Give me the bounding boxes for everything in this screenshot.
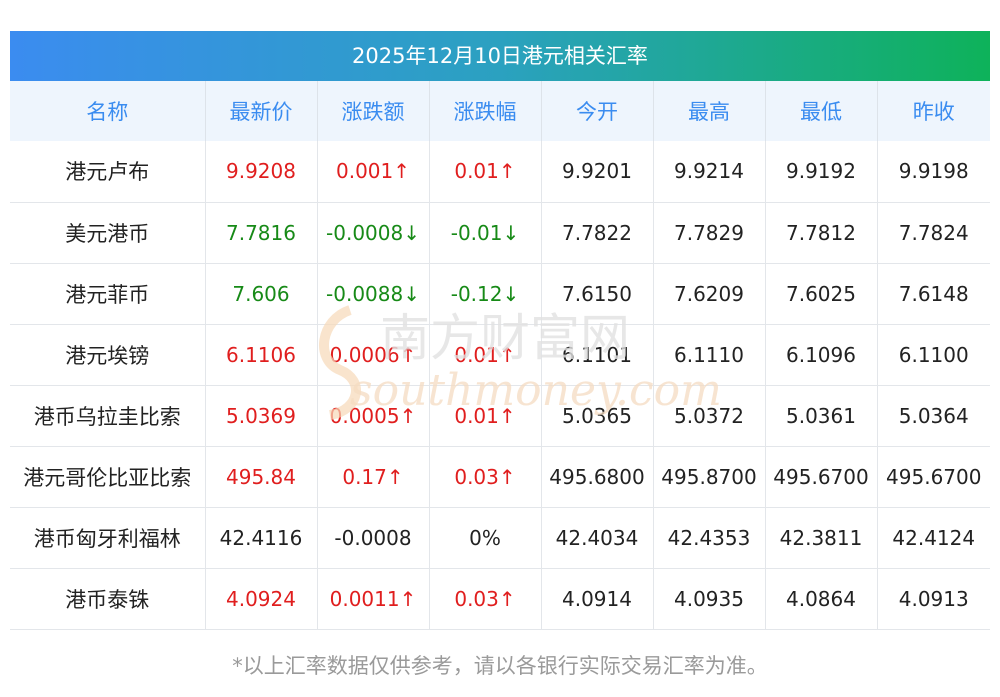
price-change: 0.0011↑	[317, 568, 430, 629]
rate-table-panel: 2025年12月10日港元相关汇率 名称 最新价 涨跌额 涨跌幅 今开 最高 最…	[10, 31, 990, 630]
column-header-open: 今开	[541, 81, 654, 141]
change-percent: 0.01↑	[429, 141, 542, 202]
latest-price: 9.9208	[205, 141, 318, 202]
currency-pair-name: 港元卢布	[10, 141, 206, 202]
latest-price: 495.84	[205, 446, 318, 507]
currency-pair-name: 美元港币	[10, 202, 206, 263]
low-price: 5.0361	[765, 385, 878, 446]
price-change: 0.0006↑	[317, 324, 430, 385]
price-change: 0.17↑	[317, 446, 430, 507]
change-percent: 0.03↑	[429, 568, 542, 629]
column-header-high: 最高	[653, 81, 766, 141]
latest-price: 7.606	[205, 263, 318, 324]
currency-pair-name: 港币泰铢	[10, 568, 206, 629]
open-price: 42.4034	[541, 507, 654, 568]
open-price: 5.0365	[541, 385, 654, 446]
table-row: 港元埃镑 6.1106 0.0006↑ 0.01↑ 6.1101 6.1110 6.1096…	[10, 324, 990, 385]
low-price: 4.0864	[765, 568, 878, 629]
high-price: 4.0935	[653, 568, 766, 629]
table-row: 港币乌拉圭比索 5.0369 0.0005↑ 0.01↑ 5.0365 5.0372 5.0…	[10, 385, 990, 446]
prev-close: 6.1100	[898, 342, 969, 367]
column-header-latest: 最新价	[205, 81, 318, 141]
price-change: 0.0005↑	[317, 385, 430, 446]
open-price: 4.0914	[541, 568, 654, 629]
high-price: 7.7829	[653, 202, 766, 263]
open-price: 495.6800	[541, 446, 654, 507]
table-header-row: 名称 最新价 涨跌额 涨跌幅 今开 最高 最低 昨收	[10, 81, 990, 141]
price-change: 0.001↑	[317, 141, 430, 202]
low-price: 7.7812	[765, 202, 878, 263]
column-header-change: 涨跌额	[317, 81, 430, 141]
low-price: 495.6700	[765, 446, 878, 507]
change-percent: 0%	[429, 507, 542, 568]
change-percent: -0.01↓	[429, 202, 542, 263]
prev-close: 42.4124	[892, 525, 976, 550]
prev-close: 7.7824	[898, 220, 969, 245]
high-price: 5.0372	[653, 385, 766, 446]
column-header-low: 最低	[765, 81, 878, 141]
footnote: *以上汇率数据仅供参考，请以各银行实际交易汇率为准。	[232, 654, 768, 678]
prev-close: 7.6148	[898, 281, 969, 306]
currency-pair-name: 港币匈牙利福林	[10, 507, 206, 568]
high-price: 42.4353	[653, 507, 766, 568]
table-row: 港元卢布 9.9208 0.001↑ 0.01↑ 9.9201 9.9214 9.9192 9…	[10, 141, 990, 202]
table-title: 2025年12月10日港元相关汇率	[10, 31, 990, 81]
high-price: 495.8700	[653, 446, 766, 507]
open-price: 6.1101	[541, 324, 654, 385]
column-header-name: 名称	[10, 81, 206, 141]
prev-close: 495.6700	[886, 464, 982, 489]
column-header-change-pct: 涨跌幅	[429, 81, 542, 141]
change-percent: 0.03↑	[429, 446, 542, 507]
table-row: 港元哥伦比亚比索 495.84 0.17↑ 0.03↑ 495.6800 495.8700…	[10, 446, 990, 507]
price-change: -0.0088↓	[317, 263, 430, 324]
high-price: 6.1110	[653, 324, 766, 385]
currency-pair-name: 港币乌拉圭比索	[10, 385, 206, 446]
table-row: 美元港币 7.7816 -0.0008↓ -0.01↓ 7.7822 7.7829 7.78…	[10, 202, 990, 263]
latest-price: 4.0924	[205, 568, 318, 629]
price-change: -0.0008↓	[317, 202, 430, 263]
column-header-prev-close: 昨收	[912, 100, 955, 124]
currency-pair-name: 港元哥伦比亚比索	[10, 446, 206, 507]
table-row: 港元菲币 7.606 -0.0088↓ -0.12↓ 7.6150 7.6209 7.602…	[10, 263, 990, 324]
prev-close: 9.9198	[898, 159, 969, 184]
low-price: 42.3811	[765, 507, 878, 568]
low-price: 7.6025	[765, 263, 878, 324]
high-price: 7.6209	[653, 263, 766, 324]
open-price: 9.9201	[541, 141, 654, 202]
change-percent: 0.01↑	[429, 324, 542, 385]
open-price: 7.6150	[541, 263, 654, 324]
high-price: 9.9214	[653, 141, 766, 202]
exchange-rate-table: 名称 最新价 涨跌额 涨跌幅 今开 最高 最低 昨收 港元卢布 9.9208 0.0…	[10, 81, 990, 630]
latest-price: 42.4116	[205, 507, 318, 568]
change-percent: -0.12↓	[429, 263, 542, 324]
prev-close: 4.0913	[898, 586, 969, 611]
currency-pair-name: 港元菲币	[10, 263, 206, 324]
latest-price: 7.7816	[205, 202, 318, 263]
currency-pair-name: 港元埃镑	[10, 324, 206, 385]
latest-price: 6.1106	[205, 324, 318, 385]
low-price: 9.9192	[765, 141, 878, 202]
latest-price: 5.0369	[205, 385, 318, 446]
price-change: -0.0008	[317, 507, 430, 568]
prev-close: 5.0364	[898, 403, 969, 428]
open-price: 7.7822	[541, 202, 654, 263]
table-row: 港币泰铢 4.0924 0.0011↑ 0.03↑ 4.0914 4.0935 4.0864…	[10, 568, 990, 629]
change-percent: 0.01↑	[429, 385, 542, 446]
table-row: 港币匈牙利福林 42.4116 -0.0008 0% 42.4034 42.4353 42.…	[10, 507, 990, 568]
low-price: 6.1096	[765, 324, 878, 385]
